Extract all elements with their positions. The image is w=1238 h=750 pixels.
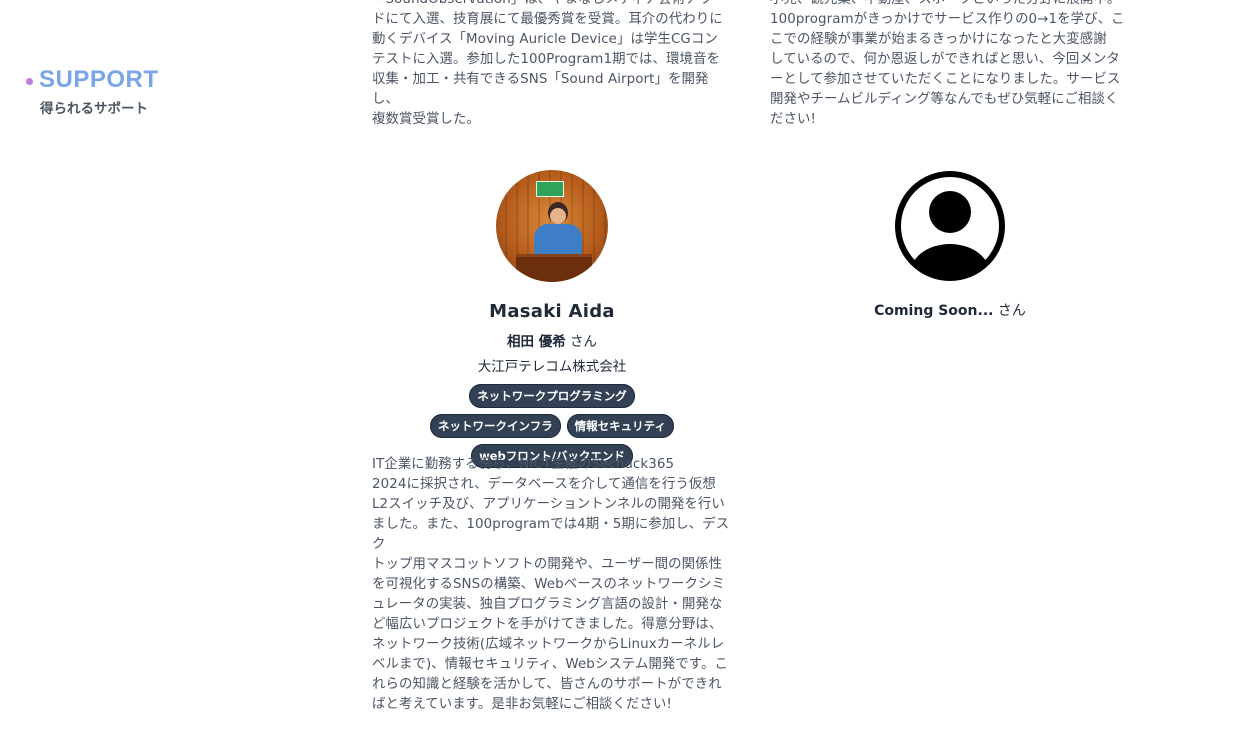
previous-mentor-bio-right: 小売、観光業、不動産、スポーツといった分野に展開中。 100programがきっ… xyxy=(770,0,1125,127)
mentor-name-en: Masaki Aida xyxy=(489,301,615,322)
skill-tag[interactable]: 情報セキュリティ xyxy=(566,414,674,438)
mentor-name-jp: 相田 優希 さん xyxy=(372,330,732,350)
mentor-bio-aida: IT企業に勤務する傍ら、NICT主催のSechack365 2024に採択され、… xyxy=(372,457,730,712)
honorific: さん xyxy=(565,334,597,350)
support-page: SUPPORT 得られるサポート 「SoundObservation」は、やまな… xyxy=(0,0,1238,750)
mentor-card-aida: Masaki Aida 相田 優希 さん 大江戸テレコム株式会社 ネットワークプ… xyxy=(372,170,732,468)
previous-mentor-bio-left: 「SoundObservation」は、やまなしメディア芸術アワー ドにて入選、… xyxy=(372,0,726,127)
mentor-company: 大江戸テレコム株式会社 xyxy=(477,359,627,375)
user-placeholder-icon xyxy=(895,171,1005,281)
section-subtitle: 得られるサポート xyxy=(40,101,148,117)
mentor-photo xyxy=(496,170,608,282)
skill-tag[interactable]: ネットワークプログラミング xyxy=(469,384,635,408)
mentor-name-jp-text: 相田 優希 xyxy=(507,334,566,350)
bullet-dot-icon xyxy=(26,77,33,85)
exit-sign-icon xyxy=(536,181,564,197)
skill-tag[interactable]: ネットワークインフラ xyxy=(430,414,561,438)
section-title-row: SUPPORT xyxy=(26,66,159,94)
section-label: SUPPORT 得られるサポート xyxy=(26,66,159,117)
mentor-card-coming-soon: Coming Soon... さん xyxy=(770,170,1130,320)
honorific: さん xyxy=(993,303,1026,319)
coming-soon-text: Coming Soon... xyxy=(874,303,994,319)
mentor-name-placeholder: Coming Soon... さん xyxy=(770,300,1130,320)
section-title: SUPPORT xyxy=(39,66,159,93)
